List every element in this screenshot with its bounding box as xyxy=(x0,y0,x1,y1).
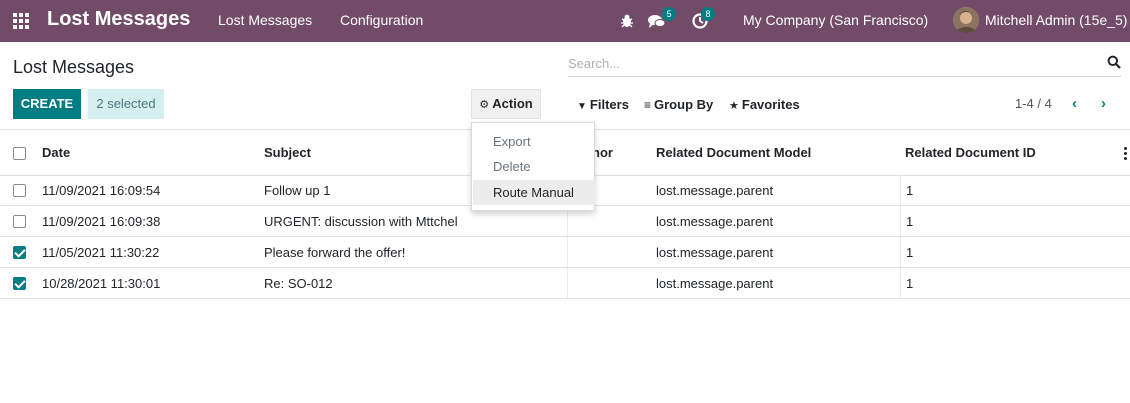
row-checkbox-checked[interactable] xyxy=(13,277,26,290)
user-avatar[interactable] xyxy=(953,7,979,33)
column-header-related-id[interactable]: Related Document ID xyxy=(905,145,1036,160)
filters-label: Filters xyxy=(589,97,629,112)
action-dropdown-menu: Export Delete Route Manual xyxy=(471,122,595,211)
column-header-author[interactable]: hor xyxy=(592,145,613,160)
cell-related-id: 1 xyxy=(906,276,914,291)
row-checkbox-checked[interactable] xyxy=(13,246,26,259)
menu-configuration[interactable]: Configuration xyxy=(340,12,423,28)
page-title: Lost Messages xyxy=(13,57,135,77)
menu-item-delete[interactable]: Delete xyxy=(473,154,595,179)
cell-related-id: 1 xyxy=(906,214,914,229)
group-by-button[interactable]: ≡ Group By xyxy=(644,97,713,112)
cell-subject: Follow up 1 xyxy=(264,183,331,198)
cell-subject: Re: SO-012 xyxy=(264,276,333,291)
cell-related-id: 1 xyxy=(906,245,914,260)
cell-related-model: lost.message.parent xyxy=(656,276,774,291)
cell-related-model: lost.message.parent xyxy=(656,183,774,198)
cell-related-model: lost.message.parent xyxy=(656,245,774,260)
column-header-date[interactable]: Date xyxy=(42,145,70,160)
top-navbar: Lost Messages Lost Messages Configuratio… xyxy=(0,0,1130,42)
activities-count-badge: 8 xyxy=(701,7,715,21)
cell-subject: URGENT: discussion with Mttchel xyxy=(264,214,458,229)
column-divider xyxy=(900,175,901,205)
list-icon: ≡ xyxy=(644,98,652,112)
filters-button[interactable]: ▼ Filters xyxy=(577,97,629,112)
action-label: Action xyxy=(492,96,533,111)
star-icon: ★ xyxy=(729,100,739,112)
user-menu[interactable]: Mitchell Admin (15e_5) xyxy=(985,12,1127,28)
selection-count: 2 selected xyxy=(88,89,164,119)
column-divider xyxy=(900,206,901,236)
cell-related-model: lost.message.parent xyxy=(656,214,774,229)
app-title[interactable]: Lost Messages xyxy=(47,8,190,31)
cell-date: 10/28/2021 11:30:01 xyxy=(42,276,161,291)
table-row[interactable]: 10/28/2021 11:30:01 Re: SO-012 lost.mess… xyxy=(0,268,1130,299)
column-header-related-model[interactable]: Related Document Model xyxy=(656,145,811,160)
company-switcher[interactable]: My Company (San Francisco) xyxy=(743,12,928,28)
favorites-button[interactable]: ★ Favorites xyxy=(729,97,800,112)
optional-columns-icon[interactable] xyxy=(1124,147,1127,162)
column-divider xyxy=(567,237,568,267)
cell-date: 11/09/2021 16:09:38 xyxy=(42,214,161,229)
menu-item-export[interactable]: Export xyxy=(473,129,595,154)
action-button[interactable]: ⚙ Action xyxy=(471,89,541,119)
menu-item-route-manual[interactable]: Route Manual xyxy=(473,180,595,205)
create-button[interactable]: CREATE xyxy=(13,89,81,119)
column-divider xyxy=(900,268,901,298)
row-checkbox[interactable] xyxy=(13,184,26,197)
select-all-checkbox[interactable] xyxy=(13,147,26,160)
cell-date: 11/09/2021 16:09:54 xyxy=(42,183,161,198)
row-checkbox[interactable] xyxy=(13,215,26,228)
menu-lost-messages[interactable]: Lost Messages xyxy=(218,12,312,28)
gear-icon: ⚙ xyxy=(479,99,490,111)
group-by-label: Group By xyxy=(654,97,714,112)
column-divider xyxy=(900,237,901,267)
cell-related-id: 1 xyxy=(906,183,914,198)
messages-count-badge: 5 xyxy=(662,7,676,21)
search-input[interactable] xyxy=(568,52,1088,74)
cell-subject: Please forward the offer! xyxy=(264,245,406,260)
column-divider xyxy=(567,268,568,298)
apps-menu-icon[interactable] xyxy=(13,13,31,29)
favorites-label: Favorites xyxy=(741,97,800,112)
funnel-icon: ▼ xyxy=(577,101,587,112)
cell-date: 11/05/2021 11:30:22 xyxy=(42,245,160,260)
debug-bug-icon[interactable] xyxy=(617,11,637,31)
search-icon[interactable] xyxy=(1107,55,1121,69)
search-bar xyxy=(568,52,1121,77)
pager-previous-icon[interactable]: ‹ xyxy=(1072,95,1077,112)
pager-next-icon[interactable]: › xyxy=(1101,95,1106,112)
table-row[interactable]: 11/05/2021 11:30:22 Please forward the o… xyxy=(0,237,1130,268)
pager-value[interactable]: 1-4 / 4 xyxy=(1015,96,1052,111)
column-header-subject[interactable]: Subject xyxy=(264,145,311,160)
